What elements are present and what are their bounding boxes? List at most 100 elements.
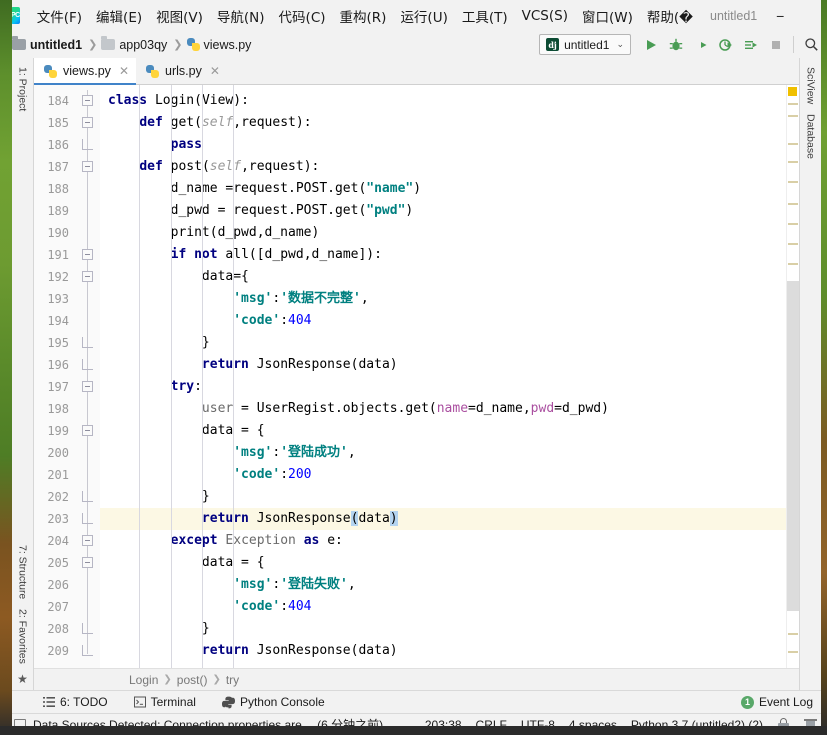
fold-region-end-icon[interactable] xyxy=(82,623,93,634)
fold-region-end-icon[interactable] xyxy=(82,337,93,348)
code-line[interactable]: def post(self,request): xyxy=(100,156,786,178)
code-line[interactable]: print(d_pwd,d_name) xyxy=(100,222,786,244)
fold-collapse-icon[interactable] xyxy=(82,161,93,172)
code-token: get xyxy=(171,115,194,130)
code-line[interactable]: 'code':200 xyxy=(100,464,786,486)
code-line[interactable]: user = UserRegist.objects.get(name=d_nam… xyxy=(100,398,786,420)
code-line[interactable]: pass xyxy=(100,134,786,156)
close-tab-icon[interactable]: ✕ xyxy=(119,64,129,78)
editor-tab-urls-label: urls.py xyxy=(165,64,202,78)
code-line[interactable]: } xyxy=(100,486,786,508)
fold-region-end-icon[interactable] xyxy=(82,513,93,524)
code-line[interactable]: return JsonResponse(data) xyxy=(100,354,786,376)
code-token: '登陆失败' xyxy=(280,577,348,592)
sidebar-tab-structure[interactable]: 7: Structure xyxy=(16,540,30,604)
code-line[interactable]: data = { xyxy=(100,420,786,442)
code-token: pwd xyxy=(531,401,554,416)
code-folding-gutter[interactable] xyxy=(76,85,100,668)
code-line[interactable]: d_name =request.POST.get("name") xyxy=(100,178,786,200)
code-line[interactable]: def get(self,request): xyxy=(100,112,786,134)
fold-collapse-icon[interactable] xyxy=(82,117,93,128)
fold-collapse-icon[interactable] xyxy=(82,557,93,568)
code-line[interactable]: 'code':404 xyxy=(100,596,786,618)
menu-code[interactable]: 代码(C) xyxy=(272,4,333,28)
breadcrumb-item-views-py[interactable]: views.py xyxy=(187,38,252,52)
code-text[interactable]: class Login(View): def get(self,request)… xyxy=(100,85,786,668)
fold-collapse-icon[interactable] xyxy=(82,271,93,282)
editor-tab-urls[interactable]: urls.py ✕ xyxy=(136,58,227,84)
search-everywhere-icon[interactable] xyxy=(800,33,823,56)
code-line[interactable]: return JsonResponse(data) xyxy=(100,640,786,662)
breadcrumb: untitled1❯app03qy❯views.py xyxy=(12,38,253,52)
menu-refactor[interactable]: 重构(R) xyxy=(333,4,394,28)
fold-collapse-icon[interactable] xyxy=(82,381,93,392)
toolwindow-python-console[interactable]: Python Console xyxy=(219,693,328,711)
code-line[interactable]: } xyxy=(100,332,786,354)
menu-tools[interactable]: 工具(T) xyxy=(455,4,515,28)
structure-crumb-method[interactable]: post() xyxy=(177,673,208,687)
fold-collapse-icon[interactable] xyxy=(82,249,93,260)
code-token: 404 xyxy=(288,599,311,614)
fold-region-end-icon[interactable] xyxy=(82,139,93,150)
menu-view[interactable]: 视图(V) xyxy=(149,4,210,28)
code-line[interactable]: } xyxy=(100,618,786,640)
code-line[interactable]: class Login(View): xyxy=(100,90,786,112)
menu-window[interactable]: 窗口(W) xyxy=(575,4,640,28)
debug-button[interactable] xyxy=(664,33,687,56)
code-line[interactable]: data={ xyxy=(100,266,786,288)
django-icon: dj xyxy=(546,38,559,51)
code-line[interactable]: 'msg':'数据不完整', xyxy=(100,288,786,310)
minimize-button[interactable]: − xyxy=(757,0,803,31)
fold-region-end-icon[interactable] xyxy=(82,359,93,370)
menu-run[interactable]: 运行(U) xyxy=(393,4,454,28)
fold-collapse-icon[interactable] xyxy=(82,425,93,436)
scrollbar-thumb[interactable] xyxy=(787,281,799,611)
code-line[interactable]: 'msg':'登陆失败', xyxy=(100,574,786,596)
breadcrumb-item-untitled1[interactable]: untitled1 xyxy=(12,38,82,52)
sidebar-tab-database[interactable]: Database xyxy=(804,109,818,164)
sidebar-tab-sciview[interactable]: SciView xyxy=(804,62,818,109)
run-configuration-selector[interactable]: dj untitled1 ⌄ xyxy=(539,34,631,55)
menu-navigate[interactable]: 导航(N) xyxy=(210,4,272,28)
profile-button[interactable] xyxy=(714,33,737,56)
line-number: 208 xyxy=(34,618,69,640)
menu-help[interactable]: 帮助(� xyxy=(640,4,700,28)
line-number: 193 xyxy=(34,288,69,310)
code-line[interactable]: return JsonResponse(data) xyxy=(100,508,786,530)
close-tab-icon[interactable]: ✕ xyxy=(210,64,220,78)
code-line[interactable]: if not all([d_pwd,d_name]): xyxy=(100,244,786,266)
sidebar-tab-project[interactable]: 1: Project xyxy=(16,62,30,116)
code-line[interactable]: 'msg':'登陆成功', xyxy=(100,442,786,464)
code-line[interactable]: except Exception as e: xyxy=(100,530,786,552)
inspection-summary-icon[interactable] xyxy=(788,87,797,96)
structure-crumb-class[interactable]: Login xyxy=(129,673,158,687)
run-with-console-button[interactable] xyxy=(739,33,762,56)
favorites-star-icon[interactable]: ★ xyxy=(17,669,28,690)
fold-collapse-icon[interactable] xyxy=(82,95,93,106)
code-line[interactable]: try: xyxy=(100,376,786,398)
code-line[interactable]: 'code':404 xyxy=(100,310,786,332)
fold-region-end-icon[interactable] xyxy=(82,645,93,656)
editor-tab-views[interactable]: views.py ✕ xyxy=(34,58,136,84)
stop-button[interactable] xyxy=(764,33,787,56)
sidebar-tab-favorites[interactable]: 2: Favorites xyxy=(16,604,30,669)
folder-icon xyxy=(12,39,26,50)
menu-edit[interactable]: 编辑(E) xyxy=(89,4,149,28)
menu-vcs[interactable]: VCS(S) xyxy=(515,6,575,26)
indent-guide xyxy=(233,85,234,668)
breadcrumb-item-app03qy[interactable]: app03qy xyxy=(101,38,167,52)
code-token: post xyxy=(171,159,202,174)
toolwindow-terminal[interactable]: Terminal xyxy=(131,693,199,711)
run-button[interactable] xyxy=(639,33,662,56)
editor-scrollbar[interactable] xyxy=(786,85,799,668)
code-line[interactable]: d_pwd = request.POST.get("pwd") xyxy=(100,200,786,222)
event-log-button[interactable]: 1 Event Log xyxy=(741,695,827,709)
fold-region-end-icon[interactable] xyxy=(82,491,93,502)
code-line[interactable]: data = { xyxy=(100,552,786,574)
structure-crumb-block[interactable]: try xyxy=(226,673,239,687)
toolwindow-todo-label: 6: TODO xyxy=(60,695,108,709)
menu-file[interactable]: 文件(F) xyxy=(30,4,89,28)
toolwindow-todo[interactable]: 6: TODO xyxy=(40,693,111,711)
run-with-coverage-button[interactable] xyxy=(689,33,712,56)
fold-collapse-icon[interactable] xyxy=(82,535,93,546)
